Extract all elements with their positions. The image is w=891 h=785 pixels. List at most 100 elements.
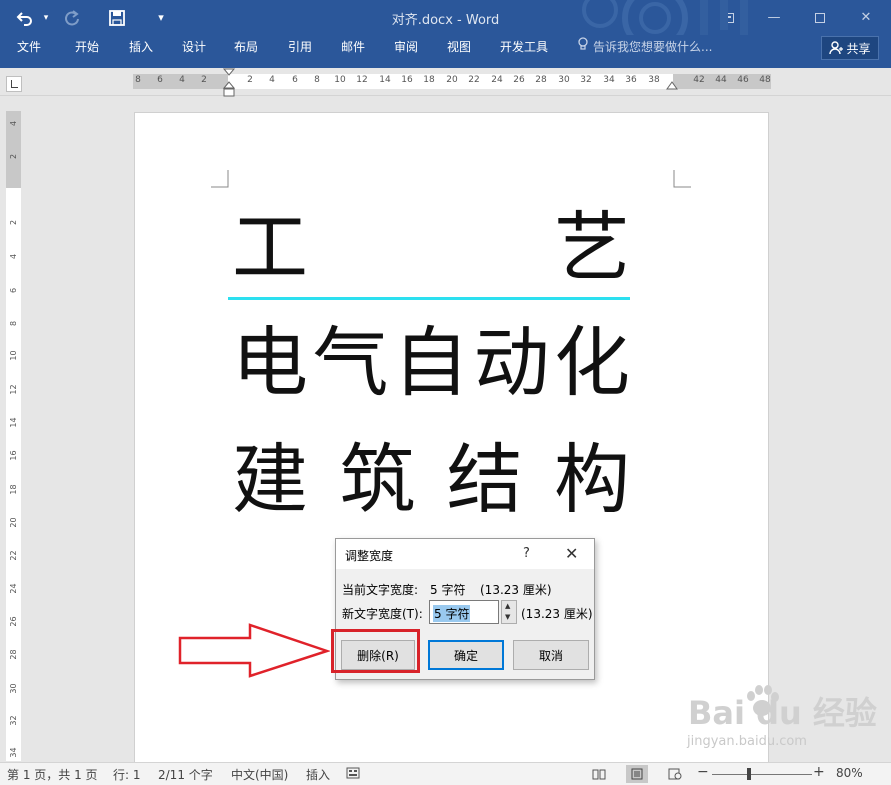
current-width-label: 当前文字宽度: [342, 583, 419, 597]
red-arrow-annotation [178, 623, 330, 678]
spin-up-icon[interactable]: ▲ [505, 602, 510, 610]
ribbon-display-icon [722, 12, 734, 23]
book-icon [592, 769, 606, 780]
watermark-logo-text: Bai du 经验 [688, 694, 877, 732]
ruler-number: 6 [9, 287, 18, 294]
tab-review[interactable]: 审阅 [386, 35, 426, 68]
lightbulb-icon [577, 35, 589, 59]
new-width-value: 5 字符 [433, 605, 471, 622]
share-label: 共享 [846, 41, 871, 56]
ruler-number: 22 [9, 550, 18, 561]
ruler-number: 4 [9, 253, 18, 260]
read-mode-button[interactable] [588, 765, 610, 783]
indent-marker-right[interactable] [665, 80, 679, 92]
maximize-button[interactable] [802, 0, 838, 35]
document-char: 动 [473, 318, 550, 407]
ruler-number: 26 [513, 75, 525, 85]
ruler-number: 16 [9, 450, 18, 461]
tab-insert[interactable]: 插入 [121, 35, 161, 68]
ribbon-tabs: 文件 开始 插入 设计 布局 引用 邮件 审阅 视图 开发工具 告诉我您想要做什… [0, 35, 891, 68]
ruler-number: 4 [9, 120, 18, 127]
ruler-number: 34 [603, 75, 615, 85]
document-line-1[interactable]: 工 艺 [232, 210, 630, 286]
tab-design[interactable]: 设计 [174, 35, 214, 68]
ruler-number: 30 [9, 683, 18, 694]
document-line-3[interactable]: 建 筑 结 构 [232, 442, 630, 518]
ruler-number: 6 [157, 75, 163, 85]
zoom-slider-thumb[interactable] [747, 768, 751, 780]
new-width-stepper[interactable]: ▲ ▼ [501, 600, 517, 624]
paw-icon [747, 685, 779, 716]
ruler-number: 8 [9, 320, 18, 327]
tab-mailings[interactable]: 邮件 [333, 35, 373, 68]
word-count[interactable]: 2/11 个字 [158, 766, 213, 783]
tell-me-text: 告诉我您想要做什么... [593, 40, 713, 54]
language-indicator[interactable]: 中文(中国) [231, 766, 288, 783]
ruler-number: 16 [401, 75, 413, 85]
ruler-number: 28 [9, 649, 18, 660]
ruler-number: 18 [423, 75, 435, 85]
ribbon-display-button[interactable] [710, 0, 746, 35]
web-icon [668, 768, 682, 780]
spin-down-icon[interactable]: ▼ [505, 613, 510, 621]
crop-mark-top-right [673, 170, 691, 188]
document-char: 筑 [339, 435, 416, 524]
minimize-button[interactable]: — [756, 0, 792, 35]
ruler-number: 6 [292, 75, 298, 85]
indent-marker-left[interactable] [222, 68, 236, 98]
zoom-slider[interactable] [712, 774, 812, 775]
current-width-row: 当前文字宽度: 5 字符 (13.23 厘米) [342, 581, 552, 598]
document-char: 构 [553, 435, 630, 524]
close-window-button[interactable]: ✕ [848, 0, 884, 35]
ruler-number: 22 [468, 75, 480, 85]
zoom-out-button[interactable]: − [697, 764, 709, 780]
tab-home[interactable]: 开始 [67, 35, 107, 68]
ruler-number: 10 [9, 350, 18, 361]
tab-file[interactable]: 文件 [9, 35, 49, 68]
document-char: 电 [232, 318, 308, 407]
tab-stop-selector[interactable] [6, 76, 22, 92]
page-count[interactable]: 第 1 页，共 1 页 [7, 766, 98, 783]
ruler-number: 2 [9, 219, 18, 226]
tab-references[interactable]: 引用 [280, 35, 320, 68]
ruler-number: 38 [648, 75, 660, 85]
tab-view[interactable]: 视图 [439, 35, 479, 68]
web-layout-button[interactable] [664, 765, 686, 783]
document-char: 气 [312, 318, 389, 407]
macro-icon[interactable] [346, 765, 360, 782]
ruler-number: 2 [201, 75, 207, 85]
document-char: 建 [232, 435, 308, 524]
tab-developer[interactable]: 开发工具 [495, 35, 553, 68]
ruler-number: 26 [9, 616, 18, 627]
new-width-input[interactable]: 5 字符 [429, 600, 499, 624]
tab-layout[interactable]: 布局 [226, 35, 266, 68]
help-button[interactable]: ? [523, 546, 530, 561]
ruler-number: 12 [9, 384, 18, 395]
ruler-number: 36 [625, 75, 637, 85]
document-line-2[interactable]: 电 气 自 动 化 [232, 325, 630, 401]
cancel-button[interactable]: 取消 [513, 640, 589, 670]
delete-highlight-box [331, 629, 420, 673]
current-width-value: 5 字符 [430, 583, 466, 597]
insert-mode[interactable]: 插入 [306, 766, 330, 783]
ruler-number: 48 [759, 75, 771, 85]
ok-button[interactable]: 确定 [428, 640, 504, 670]
ruler-number: 8 [314, 75, 320, 85]
share-button[interactable]: 共享 [821, 36, 879, 60]
vertical-ruler[interactable]: 4 2 2 4 6 8 10 12 14 16 18 20 22 24 26 2… [6, 111, 21, 761]
ruler-number: 8 [135, 75, 141, 85]
tell-me-box[interactable]: 告诉我您想要做什么... [577, 35, 712, 68]
line-number[interactable]: 行: 1 [113, 766, 141, 783]
ruler-number: 44 [715, 75, 727, 85]
dialog-title-bar[interactable]: 调整宽度 ? ✕ [336, 539, 594, 569]
zoom-in-button[interactable]: + [813, 764, 825, 780]
ruler-number: 30 [558, 75, 570, 85]
minimize-icon: — [767, 10, 781, 25]
ruler-number: 24 [491, 75, 503, 85]
ruler-number: 2 [247, 75, 253, 85]
zoom-level[interactable]: 80% [836, 766, 863, 780]
print-layout-button[interactable] [626, 765, 648, 783]
dialog-close-button[interactable]: ✕ [565, 544, 578, 563]
document-char: 自 [393, 318, 469, 407]
ruler-number: 10 [334, 75, 346, 85]
